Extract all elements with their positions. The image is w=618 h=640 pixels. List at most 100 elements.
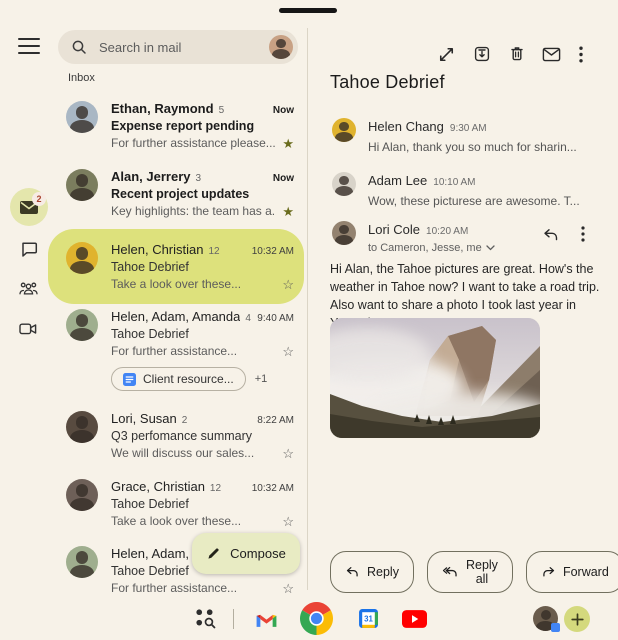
star-icon[interactable]: ☆ — [282, 447, 294, 460]
thread-message-expanded[interactable]: Lori Cole10:20 AM to Cameron, Jesse, me — [332, 221, 532, 254]
email-count: 5 — [219, 105, 225, 116]
attachment-extra-count: +1 — [255, 373, 268, 385]
profile-avatar[interactable] — [269, 35, 293, 59]
sender-avatar — [66, 101, 98, 133]
mark-unread-icon[interactable] — [542, 44, 562, 64]
email-snippet: For further assistance... — [111, 581, 276, 595]
delete-icon[interactable] — [508, 44, 528, 64]
email-time: Now — [273, 173, 294, 184]
email-sender: Helen, Christian — [111, 242, 204, 257]
email-sender: Alan, Jerrery — [111, 169, 191, 184]
youtube-app-icon[interactable] — [402, 610, 427, 628]
forward-arrow-icon — [541, 566, 556, 578]
email-subject: Tahoe Debrief — [111, 497, 294, 511]
message-sender: Helen Chang — [368, 119, 444, 134]
thread-message-collapsed[interactable]: Adam Lee10:10 AM Wow, these picturese ar… — [332, 172, 608, 208]
attachment-photo-yosemite[interactable] — [330, 318, 540, 438]
email-sender: Grace, Christian — [111, 479, 205, 494]
reply-all-arrow-icon — [442, 566, 459, 578]
search-icon — [71, 39, 87, 55]
search-bar[interactable] — [58, 30, 298, 64]
email-subject: Tahoe Debrief — [111, 260, 294, 274]
star-icon[interactable]: ☆ — [282, 345, 294, 358]
email-time: 9:40 AM — [257, 313, 294, 324]
star-icon[interactable]: ☆ — [282, 278, 294, 291]
thread-actions: Reply Reply all Forward — [330, 551, 618, 593]
star-icon[interactable]: ☆ — [282, 515, 294, 528]
thread-message-collapsed[interactable]: Helen Chang9:30 AM Hi Alan, thank you so… — [332, 118, 608, 154]
email-subject: Expense report pending — [111, 119, 294, 133]
chevron-down-icon — [486, 245, 495, 251]
sender-avatar — [66, 479, 98, 511]
email-list-item[interactable]: Helen, Adam, Amanda 4 9:40 AM Tahoe Debrie… — [48, 305, 304, 395]
email-list-item-selected[interactable]: Helen, Christian1210:32 AM Tahoe Debrief… — [48, 229, 304, 304]
email-snippet: For further assistance... — [111, 344, 276, 358]
new-window-plus-button[interactable] — [564, 606, 590, 632]
gmail-tablet-screen: 2 — [0, 0, 618, 640]
email-list-item[interactable]: Ethan, Raymond 5 Now Expense report pendin… — [48, 97, 304, 154]
taskbar-divider — [233, 609, 234, 629]
message-recipients[interactable]: to Cameron, Jesse, me — [368, 242, 495, 254]
sidebar-item-spaces[interactable] — [18, 281, 39, 296]
email-list-item[interactable]: Alan, Jerrery 3 Now Recent project updates… — [48, 165, 304, 222]
search-input[interactable] — [97, 39, 259, 56]
reply-all-button[interactable]: Reply all — [427, 551, 513, 593]
compose-label: Compose — [230, 546, 286, 561]
email-sender: Ethan, Raymond — [111, 101, 214, 116]
email-sender: Helen, Adam, Amanda — [111, 309, 240, 324]
app-search-icon[interactable] — [194, 607, 217, 630]
email-time: 10:32 AM — [252, 483, 294, 494]
camera-notch — [279, 8, 337, 13]
email-list-item[interactable]: Grace, Christian1210:32 AM Tahoe Debrief… — [48, 475, 304, 532]
email-list-item[interactable]: Lori, Susan 2 8:22 AM Q3 perfomance summar… — [48, 407, 304, 464]
star-icon[interactable]: ★ — [282, 137, 294, 150]
unread-badge: 2 — [32, 192, 46, 206]
sender-avatar — [66, 309, 98, 341]
sidebar-item-mail[interactable]: 2 — [10, 188, 48, 226]
chat-icon — [20, 240, 38, 258]
more-options-icon[interactable] — [579, 44, 591, 64]
reply-icon[interactable] — [542, 227, 560, 243]
email-count: 3 — [196, 173, 202, 184]
archive-icon[interactable] — [473, 44, 493, 64]
video-camera-icon — [19, 322, 37, 336]
star-icon[interactable]: ☆ — [282, 582, 294, 595]
email-snippet: Key highlights: the team has a... — [111, 204, 276, 218]
email-count: 4 — [245, 313, 251, 324]
forward-button[interactable]: Forward — [526, 551, 618, 593]
email-time: Now — [273, 105, 294, 116]
email-subject: Tahoe Debrief — [111, 327, 294, 341]
sender-avatar — [66, 546, 98, 578]
compose-button[interactable]: Compose — [192, 533, 300, 574]
message-time: 10:10 AM — [433, 177, 475, 188]
reply-arrow-icon — [345, 566, 360, 578]
reply-button[interactable]: Reply — [330, 551, 414, 593]
email-snippet: Take a look over these... — [111, 514, 276, 528]
plus-icon — [571, 613, 584, 626]
chrome-app-icon[interactable] — [300, 602, 333, 635]
sidebar-item-meet[interactable] — [19, 322, 37, 336]
sidebar-item-chat[interactable] — [20, 240, 38, 258]
groups-icon — [18, 281, 39, 296]
calendar-app-icon[interactable]: 31 — [358, 608, 379, 629]
pencil-icon — [206, 546, 221, 561]
email-count: 2 — [182, 415, 188, 426]
pane-divider — [307, 28, 308, 590]
email-snippet: For further assistance please... — [111, 136, 276, 150]
email-sender: Lori, Susan — [111, 411, 177, 426]
menu-icon[interactable] — [18, 38, 40, 54]
star-icon[interactable]: ★ — [282, 205, 294, 218]
email-time: 8:22 AM — [257, 415, 294, 426]
email-time: 10:32 AM — [252, 246, 294, 257]
email-subject: Q3 perfomance summary — [111, 429, 294, 443]
expand-icon[interactable] — [438, 44, 458, 64]
gmail-app-icon[interactable] — [255, 611, 278, 628]
message-more-options-icon[interactable] — [581, 226, 591, 242]
taskbar-profile-avatar[interactable] — [533, 606, 558, 631]
sender-avatar — [332, 172, 356, 196]
message-sender: Adam Lee — [368, 173, 427, 188]
sender-avatar — [66, 411, 98, 443]
chat-notification-badge — [551, 623, 560, 632]
email-subject: Recent project updates — [111, 187, 294, 201]
attachment-chip[interactable]: Client resource... — [111, 367, 246, 391]
